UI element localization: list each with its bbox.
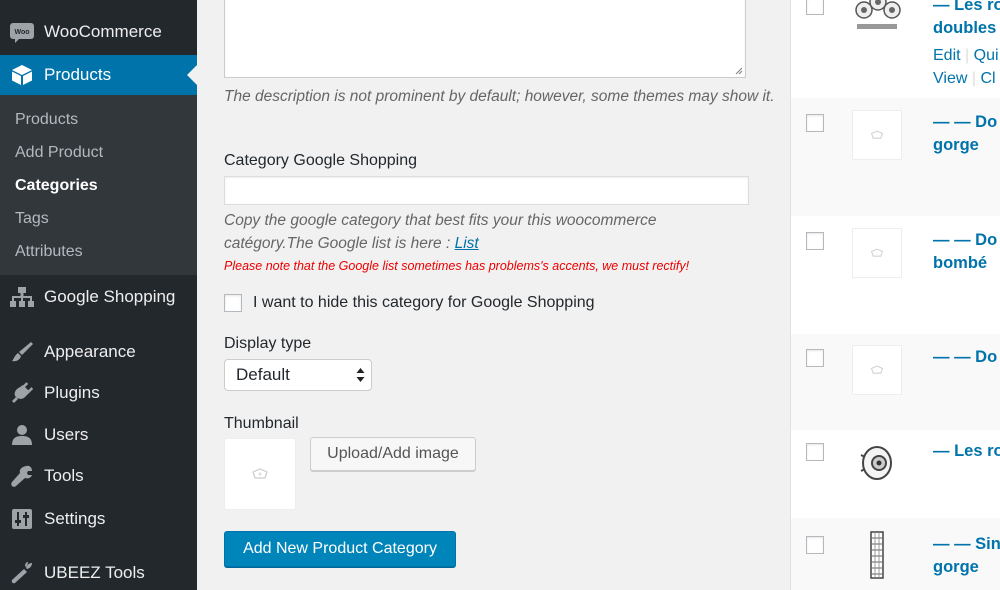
google-category-help: Copy the google category that best fits … [224, 209, 744, 255]
table-row: — — Do [791, 334, 1000, 430]
rail-product-image [870, 531, 884, 579]
row-thumbnail [852, 530, 902, 580]
menu-label: Tools [44, 466, 84, 485]
menu-label: Appearance [44, 342, 136, 361]
sliders-icon [10, 507, 34, 531]
carrot-icon [10, 561, 34, 585]
row-title[interactable]: — — Do [933, 346, 997, 369]
google-accent-warning: Please note that the Google list sometim… [224, 259, 690, 273]
plug-icon [10, 381, 34, 405]
placeholder-image-icon [870, 248, 884, 257]
category-google-input[interactable] [224, 176, 749, 205]
display-type-select[interactable]: Default [224, 359, 372, 391]
row-checkbox[interactable] [806, 349, 824, 367]
resize-handle-icon[interactable] [733, 65, 743, 75]
menu-products[interactable]: Products [0, 55, 197, 95]
add-category-button[interactable]: Add New Product Category [224, 531, 456, 567]
menu-label: Users [44, 425, 89, 444]
row-title[interactable]: — Les ro [933, 0, 1000, 17]
row-thumbnail [852, 228, 902, 278]
upload-image-button[interactable]: Upload/Add image [310, 437, 476, 471]
submenu-attributes[interactable]: Attributes [15, 243, 83, 261]
menu-label: Google Shopping [44, 287, 176, 306]
row-thumbnail [852, 0, 902, 38]
row-checkbox[interactable] [806, 0, 824, 15]
user-icon [10, 423, 34, 447]
submenu-products[interactable]: Products [15, 111, 78, 129]
add-category-form: The description is not prominent by defa… [197, 0, 790, 590]
display-type-value: Default [236, 365, 290, 384]
menu-label: UBEEZ Tools [44, 563, 145, 582]
display-type-label: Display type [224, 335, 312, 352]
menu-label: Products [44, 65, 112, 84]
roller-product-image [855, 0, 901, 29]
menu-label: WooCommerce [44, 22, 162, 41]
row-thumbnail [852, 438, 902, 488]
table-row: — — Do bombé [791, 216, 1000, 334]
products-submenu: Products Add Product Categories Tags Att… [0, 95, 197, 275]
view-link[interactable]: View [933, 70, 967, 87]
table-row: — Les ro doubles Edit | Qui View | Cl [791, 0, 1000, 98]
quick-edit-link[interactable]: Qui [974, 47, 999, 64]
admin-sidebar: Woo WooCommerce Products Products Add Pr… [0, 0, 197, 590]
google-list-link[interactable]: List [455, 235, 479, 252]
thumbnail-label: Thumbnail [224, 415, 299, 432]
row-title[interactable]: — — Do [933, 229, 997, 252]
row-checkbox[interactable] [806, 114, 824, 132]
submenu-tags[interactable]: Tags [15, 210, 49, 228]
row-checkbox[interactable] [806, 443, 824, 461]
google-help-text: Copy the google category that best fits … [224, 212, 657, 252]
placeholder-image-icon [870, 365, 884, 374]
thumbnail-placeholder [224, 438, 296, 510]
box-icon [10, 63, 34, 87]
menu-google-shopping[interactable]: Google Shopping [0, 277, 197, 317]
row-title-line2[interactable]: doubles [933, 17, 996, 40]
svg-text:Woo: Woo [14, 29, 29, 36]
row-checkbox[interactable] [806, 232, 824, 250]
menu-woocommerce[interactable]: Woo WooCommerce [0, 12, 197, 52]
paintbrush-icon [10, 340, 34, 364]
row-title-line2[interactable]: bombé [933, 252, 987, 275]
row-title-line2[interactable]: gorge [933, 134, 979, 157]
hide-category-label: I want to hide this category for Google … [253, 294, 595, 311]
menu-label: Plugins [44, 383, 100, 402]
submenu-add-product[interactable]: Add Product [15, 144, 103, 162]
menu-ubeez-tools[interactable]: UBEEZ Tools [0, 553, 197, 590]
edit-link[interactable]: Edit [933, 47, 961, 64]
row-title-line2[interactable]: gorge [933, 556, 979, 579]
row-actions: View | Cl [933, 70, 996, 87]
table-row: — — Do gorge [791, 98, 1000, 216]
submenu-categories[interactable]: Categories [15, 177, 98, 195]
menu-plugins[interactable]: Plugins [0, 373, 197, 413]
row-title[interactable]: — — Sin [933, 533, 1000, 556]
wrench-icon [10, 464, 34, 488]
updown-arrows-icon [356, 368, 365, 382]
woocommerce-icon: Woo [10, 20, 34, 44]
row-actions: Edit | Qui [933, 47, 999, 64]
sitemap-icon [10, 285, 34, 309]
hide-category-checkbox[interactable] [224, 294, 242, 312]
row-checkbox[interactable] [806, 536, 824, 554]
category-google-label: Category Google Shopping [224, 152, 418, 169]
menu-users[interactable]: Users [0, 415, 197, 455]
roller-product-image [860, 446, 892, 480]
row-thumbnail [852, 110, 902, 160]
placeholder-image-icon [252, 468, 268, 479]
action-link[interactable]: Cl [980, 70, 995, 87]
placeholder-image-icon [870, 130, 884, 139]
menu-tools[interactable]: Tools [0, 456, 197, 496]
table-row: — Les ro [791, 430, 1000, 518]
row-thumbnail [852, 345, 902, 395]
row-title[interactable]: — Les ro [933, 440, 1000, 463]
table-row: — — Sin gorge [791, 518, 1000, 590]
menu-appearance[interactable]: Appearance [0, 332, 197, 372]
description-help-text: The description is not prominent by defa… [224, 88, 775, 105]
menu-settings[interactable]: Settings [0, 499, 197, 539]
categories-table: — Les ro doubles Edit | Qui View | Cl — … [790, 0, 1000, 590]
description-textarea[interactable] [224, 0, 746, 78]
menu-label: Settings [44, 509, 106, 528]
row-title[interactable]: — — Do [933, 111, 997, 134]
